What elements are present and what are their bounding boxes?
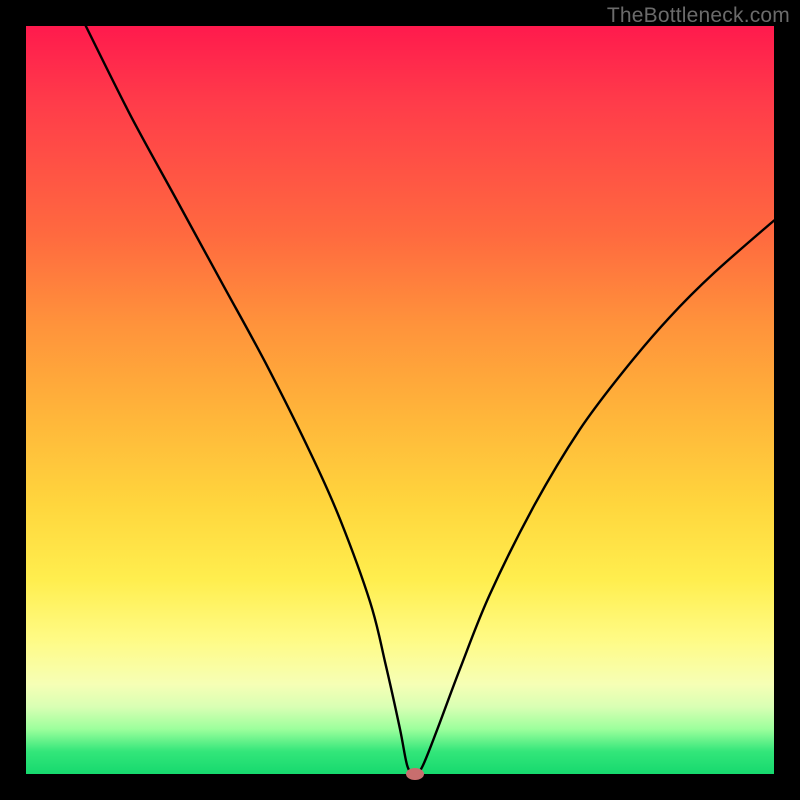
curve-svg: [26, 26, 774, 774]
bottleneck-curve: [86, 26, 774, 774]
watermark-text: TheBottleneck.com: [607, 4, 790, 28]
plot-area: [26, 26, 774, 774]
minimum-marker: [406, 768, 424, 780]
chart-frame: TheBottleneck.com: [0, 0, 800, 800]
